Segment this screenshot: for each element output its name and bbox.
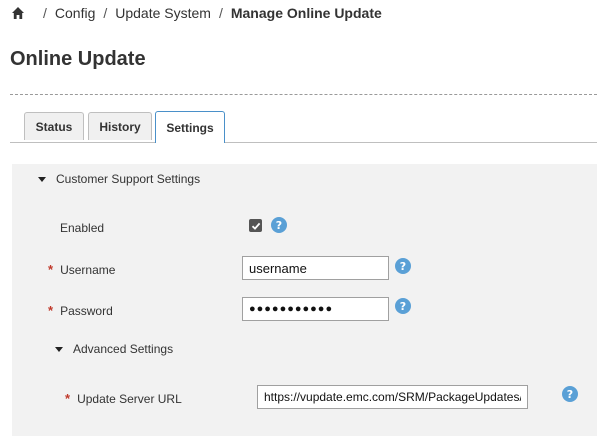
page-title: Online Update bbox=[10, 48, 146, 70]
update-server-url-input[interactable] bbox=[257, 385, 528, 409]
update-server-url-help-icon[interactable]: ? bbox=[562, 386, 578, 402]
required-marker: * bbox=[65, 391, 71, 406]
password-label-text: Password bbox=[60, 303, 113, 318]
update-server-url-label-text: Update Server URL bbox=[77, 391, 182, 406]
settings-panel: Customer Support Settings Enabled ? * Us… bbox=[12, 164, 597, 436]
advanced-settings-label: Advanced Settings bbox=[73, 342, 174, 356]
customer-support-settings-toggle[interactable]: Customer Support Settings bbox=[38, 172, 200, 186]
breadcrumb-current: Manage Online Update bbox=[230, 5, 382, 21]
home-icon[interactable] bbox=[11, 6, 25, 20]
enabled-help-icon[interactable]: ? bbox=[271, 217, 287, 233]
required-marker: * bbox=[48, 303, 54, 318]
enabled-label-text: Enabled bbox=[60, 221, 105, 235]
tab-settings[interactable]: Settings bbox=[155, 111, 225, 143]
caret-down-icon bbox=[38, 176, 46, 182]
customer-support-settings-label: Customer Support Settings bbox=[56, 172, 201, 186]
title-divider bbox=[10, 94, 597, 95]
breadcrumb-separator: / bbox=[103, 5, 108, 21]
breadcrumb-separator: / bbox=[43, 5, 47, 21]
breadcrumb-item-config[interactable]: Config bbox=[55, 5, 95, 21]
caret-down-icon bbox=[55, 346, 63, 352]
password-label: * Password bbox=[48, 303, 113, 318]
password-help-icon[interactable]: ? bbox=[395, 298, 411, 314]
breadcrumb: / Config / Update System / Manage Online… bbox=[10, 4, 382, 22]
tab-baseline bbox=[10, 142, 597, 143]
check-icon bbox=[251, 222, 260, 230]
enabled-checkbox[interactable] bbox=[249, 219, 262, 232]
password-input[interactable] bbox=[242, 297, 389, 321]
username-help-icon[interactable]: ? bbox=[395, 258, 411, 274]
required-marker: * bbox=[48, 262, 54, 277]
tab-bar: Status History Settings bbox=[10, 111, 597, 144]
tab-status[interactable]: Status bbox=[24, 112, 84, 140]
username-label: * Username bbox=[48, 262, 115, 277]
advanced-settings-toggle[interactable]: Advanced Settings bbox=[55, 342, 173, 356]
update-server-url-label: * Update Server URL bbox=[65, 391, 182, 406]
username-label-text: Username bbox=[60, 262, 116, 277]
tab-history[interactable]: History bbox=[88, 112, 152, 140]
breadcrumb-separator: / bbox=[218, 5, 223, 21]
breadcrumb-item-update-system[interactable]: Update System bbox=[115, 5, 211, 21]
enabled-label: Enabled bbox=[60, 221, 104, 235]
username-input[interactable] bbox=[242, 256, 389, 280]
